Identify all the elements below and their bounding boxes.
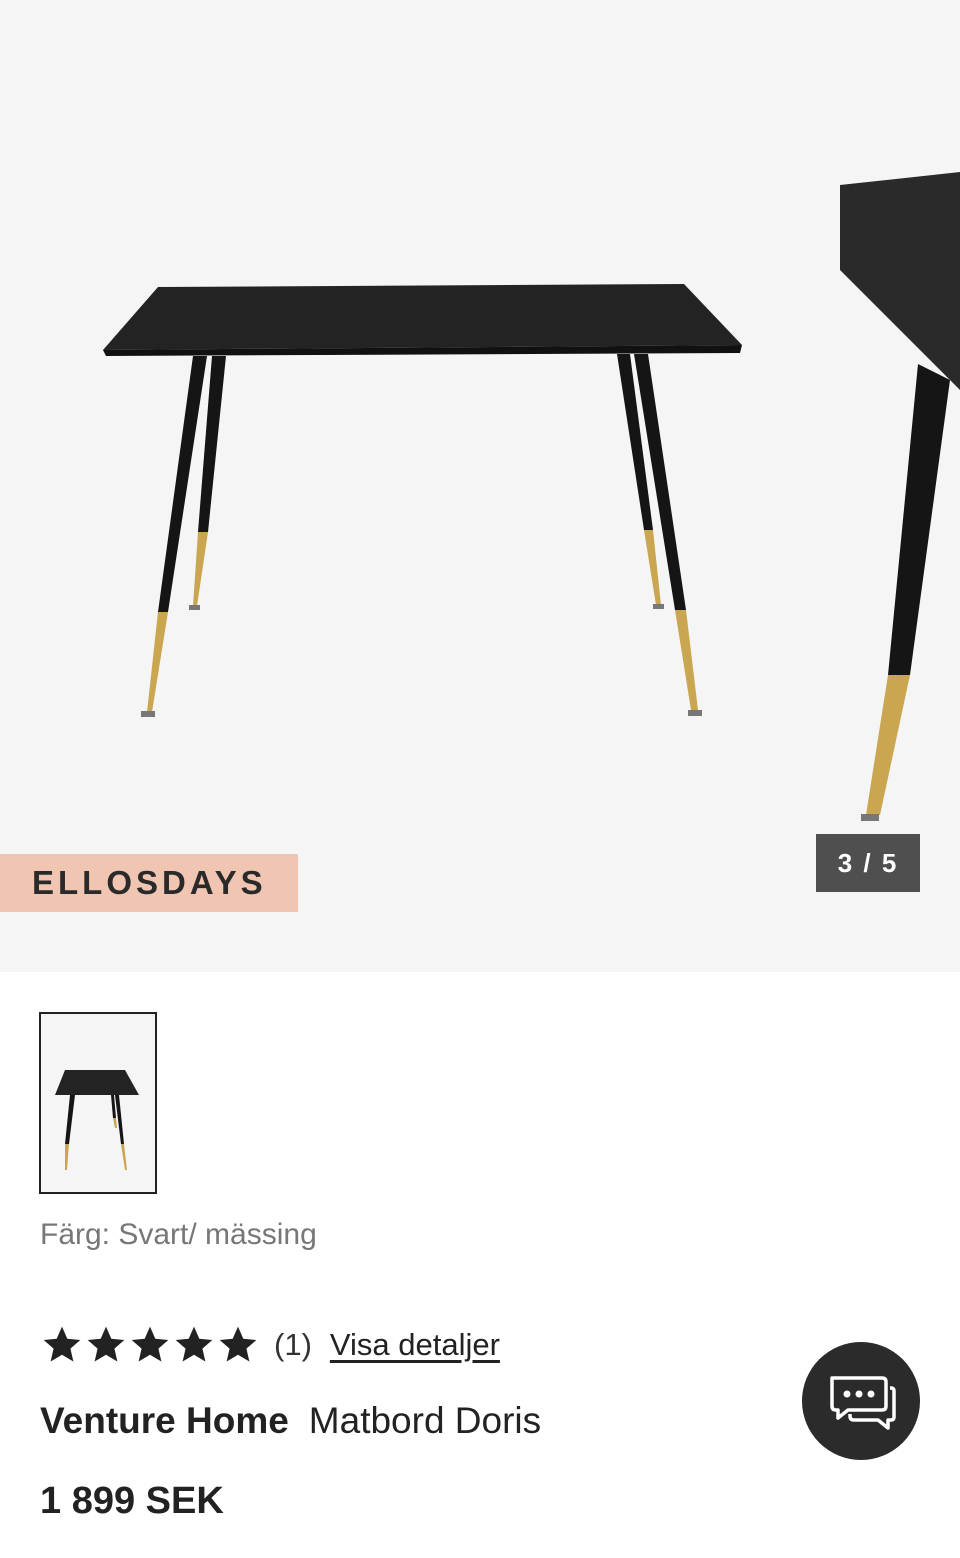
brand-name[interactable]: Venture Home [40,1400,289,1441]
product-price: 1 899 SEK [40,1480,224,1522]
color-variant-label: Färg: Svart/ mässing [40,1218,317,1251]
star-icon [131,1326,169,1362]
star-icon [175,1326,213,1362]
product-page: ELLOSDAYS 3 / 5 Färg: Svart/ mässing (1)… [0,0,960,1558]
chat-button[interactable] [802,1342,920,1460]
chat-bubbles-icon [830,1376,896,1430]
product-name: Matbord Doris [308,1400,542,1441]
star-icon [43,1326,81,1362]
product-thumbnail[interactable] [39,1012,157,1194]
product-image-gallery[interactable]: ELLOSDAYS 3 / 5 [0,0,960,972]
product-title: Venture Home Matbord Doris [40,1400,541,1442]
star-icon [87,1326,125,1362]
product-rating: (1) Visa detaljer [40,1320,500,1370]
star-icon [219,1326,257,1362]
promo-badge: ELLOSDAYS [0,854,298,912]
star-rating [40,1323,260,1367]
view-details-link[interactable]: Visa detaljer [330,1327,500,1363]
dining-table-thumbnail [41,1014,155,1192]
review-count: (1) [274,1327,312,1362]
image-counter: 3 / 5 [816,834,920,892]
dining-table-image [103,172,960,821]
